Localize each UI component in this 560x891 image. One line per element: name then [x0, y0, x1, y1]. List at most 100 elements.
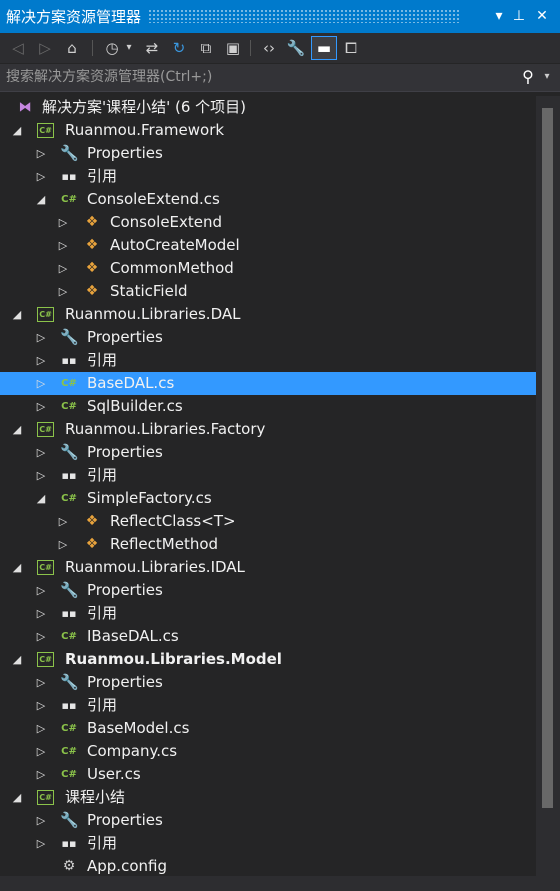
tree-item[interactable]: ▷ ▪▪ 引用: [0, 464, 536, 487]
tree-item[interactable]: ▷ ❖ CommonMethod: [0, 257, 536, 280]
search-bar: ⚲ ▾: [0, 64, 560, 92]
expand-arrow-icon[interactable]: ▷: [34, 809, 48, 832]
tree-item[interactable]: ▷ C# BaseDAL.cs: [0, 372, 536, 395]
expand-arrow-icon[interactable]: ▷: [34, 142, 48, 165]
tree-item[interactable]: ▷ C# Company.cs: [0, 740, 536, 763]
tree-item-label: Ruanmou.Framework: [65, 121, 225, 139]
tree-item[interactable]: ◢ C# SimpleFactory.cs: [0, 487, 536, 510]
expand-arrow-icon[interactable]: ▷: [34, 694, 48, 717]
title-grip[interactable]: [148, 9, 460, 23]
expand-arrow-icon[interactable]: ▷: [34, 579, 48, 602]
expand-arrow-icon[interactable]: ▷: [34, 464, 48, 487]
tree-item[interactable]: ⧓ 解决方案'课程小结' (6 个项目): [0, 96, 536, 119]
tree-item[interactable]: ◢ C# Ruanmou.Framework: [0, 119, 536, 142]
expand-arrow-icon[interactable]: ▷: [56, 211, 70, 234]
search-options-chevron-down-icon[interactable]: ▾: [540, 66, 554, 88]
search-input[interactable]: [2, 66, 515, 88]
view-code-button[interactable]: ‹›: [257, 36, 281, 60]
tree-item[interactable]: ▷ ▪▪ 引用: [0, 832, 536, 855]
expand-arrow-icon[interactable]: ▷: [34, 740, 48, 763]
tree-item[interactable]: ▷ ❖ ReflectMethod: [0, 533, 536, 556]
tree-item[interactable]: ▷ ❖ AutoCreateModel: [0, 234, 536, 257]
tree-item[interactable]: ▷ ▪▪ 引用: [0, 349, 536, 372]
pin-icon[interactable]: ⊥: [509, 6, 529, 26]
sync-button[interactable]: ⇄: [140, 36, 164, 60]
expand-arrow-icon[interactable]: ▷: [56, 234, 70, 257]
tree-item-label: ConsoleExtend.cs: [87, 190, 220, 208]
expand-arrow-icon[interactable]: ▷: [34, 326, 48, 349]
expand-arrow-icon[interactable]: ▷: [34, 395, 48, 418]
tree-item[interactable]: ▷ ▪▪ 引用: [0, 165, 536, 188]
tree-item[interactable]: ▷ 🔧 Properties: [0, 809, 536, 832]
collapse-arrow-icon[interactable]: ◢: [10, 786, 24, 809]
tree-item-label: 引用: [87, 466, 118, 484]
refresh-button[interactable]: ↻: [167, 36, 191, 60]
scrollbar-thumb[interactable]: [542, 108, 553, 808]
collapse-all-button[interactable]: ⧉: [194, 36, 218, 60]
tree-item[interactable]: ▷ ▪▪ 引用: [0, 602, 536, 625]
class-view-button[interactable]: ⧠: [339, 36, 363, 60]
tree-item[interactable]: ▷ 🔧 Properties: [0, 441, 536, 464]
tree-item[interactable]: ▷ 🔧 Properties: [0, 579, 536, 602]
expand-arrow-icon[interactable]: ▷: [34, 832, 48, 855]
collapse-arrow-icon[interactable]: ◢: [10, 119, 24, 142]
tree-item[interactable]: ◢ C# Ruanmou.Libraries.IDAL: [0, 556, 536, 579]
class-icon: ❖: [85, 237, 99, 253]
expand-arrow-icon[interactable]: ▷: [34, 441, 48, 464]
expand-arrow-icon[interactable]: ▷: [34, 349, 48, 372]
expand-arrow-icon[interactable]: ▷: [34, 763, 48, 786]
tree-item[interactable]: ▷ C# User.cs: [0, 763, 536, 786]
tree-item[interactable]: ▷ 🔧 Properties: [0, 142, 536, 165]
window-menu-dropdown-icon[interactable]: ▾: [489, 6, 509, 26]
tree-item[interactable]: ◢ C# 课程小结: [0, 786, 536, 809]
csharp-file-icon: C#: [61, 723, 77, 734]
tree-item[interactable]: ▷ C# BaseModel.cs: [0, 717, 536, 740]
tree-item[interactable]: ▷ ❖ StaticField: [0, 280, 536, 303]
forward-button[interactable]: ▷: [33, 36, 57, 60]
tree-item[interactable]: ▷ 🔧 Properties: [0, 326, 536, 349]
back-button[interactable]: ◁: [6, 36, 30, 60]
expand-arrow-icon[interactable]: ▷: [34, 625, 48, 648]
expand-arrow-icon[interactable]: ▷: [56, 510, 70, 533]
tree-item[interactable]: ◢ C# Ruanmou.Libraries.Factory: [0, 418, 536, 441]
tree-item[interactable]: ▷ C# SqlBuilder.cs: [0, 395, 536, 418]
tree-item[interactable]: ◢ C# Ruanmou.Libraries.DAL: [0, 303, 536, 326]
collapse-arrow-icon[interactable]: ◢: [10, 303, 24, 326]
show-all-files-button[interactable]: ▣: [221, 36, 245, 60]
tree-item[interactable]: ◢ C# ConsoleExtend.cs: [0, 188, 536, 211]
tree-item-label: ReflectClass<T>: [110, 512, 236, 530]
properties-button[interactable]: 🔧: [284, 36, 308, 60]
tree-item[interactable]: ⚙ App.config: [0, 855, 536, 876]
pending-changes-dropdown[interactable]: ▾: [122, 36, 136, 60]
tree-item-label: User.cs: [87, 765, 141, 783]
window-title: 解决方案资源管理器: [6, 8, 142, 26]
expand-arrow-icon[interactable]: ▷: [56, 257, 70, 280]
expand-arrow-icon[interactable]: ▷: [34, 602, 48, 625]
pending-changes-button[interactable]: ◷: [100, 36, 124, 60]
collapse-arrow-icon[interactable]: ◢: [10, 418, 24, 441]
vertical-scrollbar[interactable]: [536, 96, 560, 876]
expand-arrow-icon[interactable]: ▷: [34, 372, 48, 395]
home-button[interactable]: ⌂: [60, 36, 84, 60]
tree-item[interactable]: ▷ ▪▪ 引用: [0, 694, 536, 717]
tree-item-label: Properties: [87, 811, 163, 829]
references-icon: ▪▪: [61, 469, 77, 482]
tree-item[interactable]: ▷ C# IBaseDAL.cs: [0, 625, 536, 648]
collapse-arrow-icon[interactable]: ◢: [10, 648, 24, 671]
collapse-arrow-icon[interactable]: ◢: [34, 188, 48, 211]
search-icon[interactable]: ⚲: [518, 66, 538, 88]
preview-button[interactable]: ▬: [311, 36, 337, 60]
collapse-arrow-icon[interactable]: ◢: [34, 487, 48, 510]
expand-arrow-icon[interactable]: ▷: [34, 717, 48, 740]
expand-arrow-icon[interactable]: ▷: [34, 671, 48, 694]
expand-arrow-icon[interactable]: ▷: [34, 165, 48, 188]
tree-item[interactable]: ◢ C# Ruanmou.Libraries.Model: [0, 648, 536, 671]
expand-arrow-icon[interactable]: ▷: [56, 280, 70, 303]
csharp-project-icon: C#: [37, 123, 54, 138]
close-icon[interactable]: ✕: [532, 6, 552, 26]
expand-arrow-icon[interactable]: ▷: [56, 533, 70, 556]
collapse-arrow-icon[interactable]: ◢: [10, 556, 24, 579]
tree-item[interactable]: ▷ ❖ ConsoleExtend: [0, 211, 536, 234]
tree-item[interactable]: ▷ ❖ ReflectClass<T>: [0, 510, 536, 533]
tree-item[interactable]: ▷ 🔧 Properties: [0, 671, 536, 694]
